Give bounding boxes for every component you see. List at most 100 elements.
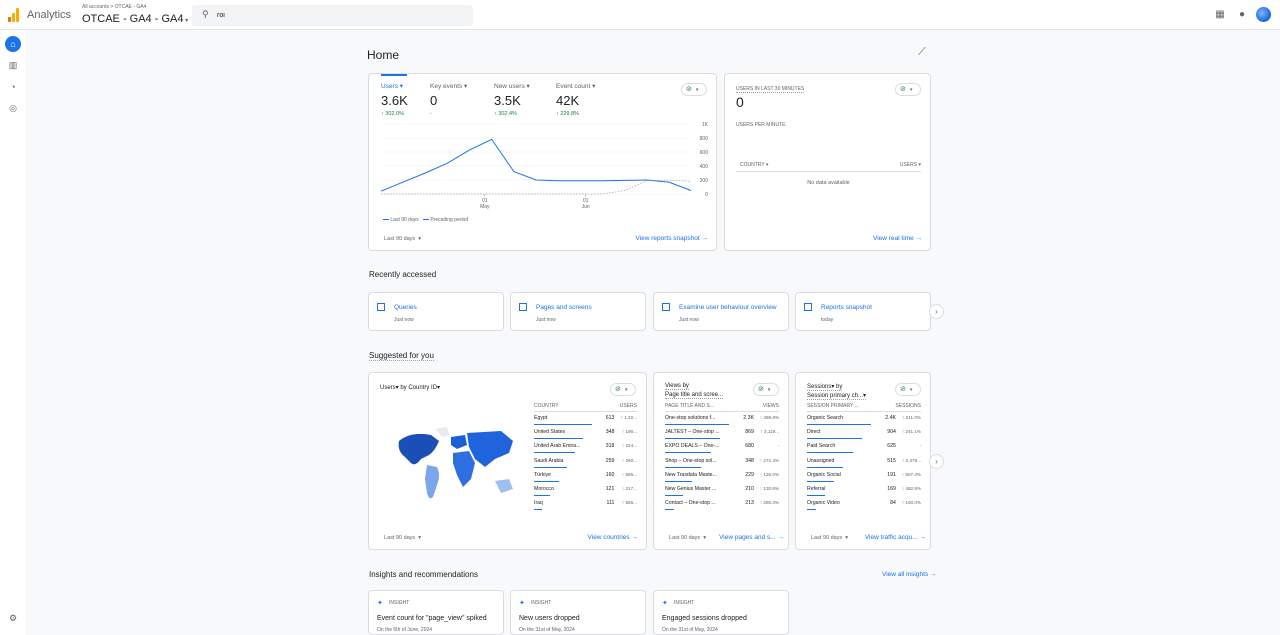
metric-event-count[interactable]: Event count ▾ 42K ↑ 229.8% (556, 82, 595, 117)
search-box[interactable]: ⚲ (192, 5, 473, 26)
insight-card[interactable]: ✦ INSIGHT Event count for "page_view" sp… (368, 590, 504, 635)
table-row[interactable]: Organic Video 84 ↑ 100.0% (807, 500, 921, 514)
chevron-right-icon[interactable]: › (929, 454, 944, 469)
arrow-right-icon: → (919, 534, 927, 541)
table-row[interactable]: Organic Search 2.4K ↑ 211.0% (807, 415, 921, 429)
date-range-selector[interactable]: Last 90 days ▾ (384, 236, 421, 242)
col-header[interactable]: VIEWS (763, 403, 779, 409)
table-row[interactable]: One-stop solutions f... 2.3K ↑ 498.9% (665, 415, 779, 429)
recent-item[interactable]: Pages and screens Just now (510, 292, 646, 331)
view-countries-link[interactable]: View countries → (588, 534, 638, 541)
chevron-right-icon[interactable]: › (929, 304, 944, 319)
recent-item-title: Reports snapshot (821, 304, 872, 311)
data-quality-chip[interactable]: ⊘ ▾ (681, 83, 707, 96)
card-title-line2[interactable]: Session primary ch...▾ (807, 392, 867, 400)
view-pages-link[interactable]: View pages and s... → (719, 534, 784, 541)
metric-key-events[interactable]: Key events ▾ 0 - (430, 82, 467, 117)
table-row[interactable]: New Genius Master ... 210 ↑ 130.8% (665, 486, 779, 500)
card-title[interactable]: Users▾ by Country ID▾ (380, 384, 440, 391)
date-range-selector[interactable]: Last 90 days ▾ (384, 535, 421, 541)
metric-users[interactable]: Users ▾ 3.6K ↑ 302.0% (381, 82, 408, 117)
table-row[interactable]: Iraq 111 ↑ 555... (534, 500, 637, 514)
table-row[interactable]: Saudi Arabia 259 ↑ 260... (534, 458, 637, 472)
table-row[interactable]: EXPO DEALS – One-... 680 - (665, 443, 779, 457)
data-quality-chip[interactable]: ⊘ ▾ (895, 83, 921, 96)
metric-delta: ↑ 302.4% (494, 111, 517, 117)
table-row[interactable]: Shop – One-stop sol... 348 ↑ 272.4% (665, 458, 779, 472)
col-header[interactable]: COUNTRY (534, 403, 559, 409)
link-label: View countries (587, 534, 630, 541)
card-title-line1[interactable]: Sessions▾ by (807, 383, 843, 391)
help-icon[interactable]: ● (1236, 9, 1248, 21)
table-row[interactable]: Egypt 613 ↑ 1,32... (534, 415, 637, 429)
recent-item[interactable]: Examine user behaviour overview Just now (653, 292, 789, 331)
metric-new-users[interactable]: New users ▾ 3.5K ↑ 302.4% (494, 82, 530, 117)
table-row[interactable]: New Trasdata Maste... 229 ↑ 126.0% (665, 472, 779, 486)
recently-accessed-title: Recently accessed (369, 270, 437, 279)
settings-icon[interactable]: ⚙ (5, 610, 21, 626)
col-header[interactable]: PAGE TITLE AND S... (665, 403, 714, 409)
row-label: One-stop solutions f... (665, 415, 716, 421)
table-row[interactable]: JALTEST – One-stop ... 869 ↑ 3,119... (665, 429, 779, 443)
col-country[interactable]: COUNTRY ▾ (740, 162, 768, 168)
row-value: 2.3K (743, 415, 754, 421)
insight-card[interactable]: ✦ INSIGHT Engaged sessions dropped On th… (653, 590, 789, 635)
explore-icon[interactable]: ◔ (5, 79, 21, 95)
table-row[interactable]: Direct 904 ↑ 241.1% (807, 429, 921, 443)
table-row[interactable]: Contact – One-stop ... 213 ↑ 280.4% (665, 500, 779, 514)
date-range-selector[interactable]: Last 90 days ▾ (811, 535, 848, 541)
row-label: Paid Search (807, 443, 836, 450)
row-label: Organic Video (807, 500, 840, 507)
table-row[interactable]: Türkiye 160 ↑ 566... (534, 472, 637, 486)
table-row[interactable]: United States 348 ↑ 190... (534, 429, 637, 443)
row-label: JALTEST – One-stop ... (665, 429, 720, 436)
data-quality-chip[interactable]: ⊘ ▾ (610, 383, 636, 396)
date-range-selector[interactable]: Last 90 days ▾ (669, 535, 706, 541)
row-share-bar (807, 480, 835, 482)
col-users[interactable]: USERS ▾ (900, 162, 921, 168)
row-delta: ↑ 280.4% (759, 500, 779, 506)
data-quality-chip[interactable]: ⊘ ▾ (753, 383, 779, 396)
home-icon[interactable]: ⌂ (5, 36, 21, 52)
reports-icon[interactable]: ▥ (5, 57, 21, 73)
table-row[interactable]: United Arab Emira... 318 ↑ 224... (534, 443, 637, 457)
advertising-icon[interactable]: ◎ (5, 100, 21, 116)
realtime-value: 0 (736, 94, 744, 110)
row-delta: ↑ 807.4% (901, 471, 921, 477)
view-real-time-link[interactable]: View real time → (873, 235, 922, 242)
insights-trend-icon[interactable]: ⟋ (918, 46, 926, 59)
analytics-logo-icon (8, 8, 20, 22)
card-title-line1[interactable]: Views by (665, 383, 689, 390)
table-row[interactable]: Referral 169 ↑ 482.8% (807, 486, 921, 500)
insight-card[interactable]: ✦ INSIGHT New users dropped On the 31st … (510, 590, 646, 635)
table-row[interactable]: Unassigned 515 ↑ 2,476... (807, 458, 921, 472)
users-by-country-card: Users▾ by Country ID▾ ⊘ ▾ COUNTRY USERS Egy… (368, 372, 647, 550)
avatar[interactable] (1256, 7, 1271, 22)
row-share-bar (807, 452, 853, 454)
recent-item[interactable]: Queries Just now (368, 292, 504, 331)
world-map (398, 427, 513, 499)
property-selector[interactable]: OTCAE - GA4 - GA4 ▾ (82, 13, 188, 25)
table-row[interactable]: Morocco 121 ↑ 217... (534, 486, 637, 500)
col-header[interactable]: SESSIONS (895, 403, 921, 409)
view-all-insights-link[interactable]: View all insights → (882, 571, 936, 578)
realtime-card: USERS IN LAST 30 MINUTES 0 USERS PER MIN… (724, 73, 931, 251)
table-row[interactable]: Organic Social 191 ↑ 807.4% (807, 472, 921, 486)
data-quality-chip[interactable]: ⊘ ▾ (895, 383, 921, 396)
report-icon (519, 303, 527, 311)
realtime-title: USERS IN LAST 30 MINUTES (736, 86, 805, 93)
view-traffic-link[interactable]: View traffic acqu... → (865, 534, 926, 541)
card-title-line2[interactable]: Page title and scree... (665, 392, 724, 399)
search-input[interactable] (217, 8, 457, 22)
row-delta: ↑ 126.0% (759, 471, 779, 477)
col-header[interactable]: SESSION PRIMARY ... (807, 403, 859, 409)
date-range-label: Last 90 days (811, 535, 843, 541)
recent-item[interactable]: Reports snapshot today (795, 292, 931, 331)
view-reports-snapshot-link[interactable]: View reports snapshot → (635, 235, 708, 242)
breadcrumb[interactable]: All accounts > OTCAE - GA4 (82, 4, 146, 10)
metric-value: 42K (556, 93, 580, 108)
col-header[interactable]: USERS (620, 403, 637, 409)
table-row[interactable]: Paid Search 625 - (807, 443, 921, 457)
row-share-bar (665, 438, 720, 440)
apps-icon[interactable]: ▦ (1214, 9, 1226, 21)
